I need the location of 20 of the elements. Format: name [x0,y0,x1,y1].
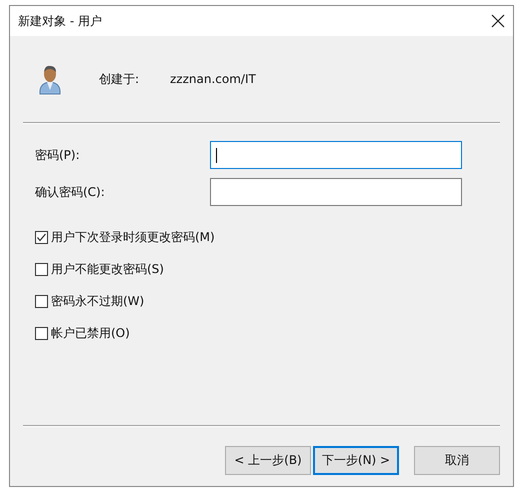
checkbox-label[interactable]: 密码永不过期(W) [51,292,144,310]
checkbox[interactable] [35,294,48,308]
created-in-path: zzznan.com/IT [170,72,256,86]
dialog-button[interactable]: 下一步(N) > [313,446,399,475]
checkbox[interactable] [35,230,48,244]
checkbox[interactable] [35,326,48,340]
dialog-button[interactable]: < 上一步(B) [225,446,311,475]
checkbox-label[interactable]: 用户不能更改密码(S) [51,260,164,278]
field-label: 确认密码(C): [34,184,106,200]
dialog-button[interactable]: 取消 [414,446,500,475]
password-field[interactable] [210,178,462,206]
checkbox[interactable] [35,262,48,276]
checkbox-label[interactable]: 用户下次登录时须更改密码(M) [51,228,215,246]
created-in-label: 创建于: [99,70,140,88]
field-label: 密码(P): [34,146,81,164]
password-field[interactable] [210,141,462,169]
window-title: 新建对象 - 用户 [18,12,102,30]
user-icon [37,63,63,95]
close-icon[interactable] [491,14,505,28]
checkbox-label[interactable]: 帐户已禁用(O) [51,324,130,342]
